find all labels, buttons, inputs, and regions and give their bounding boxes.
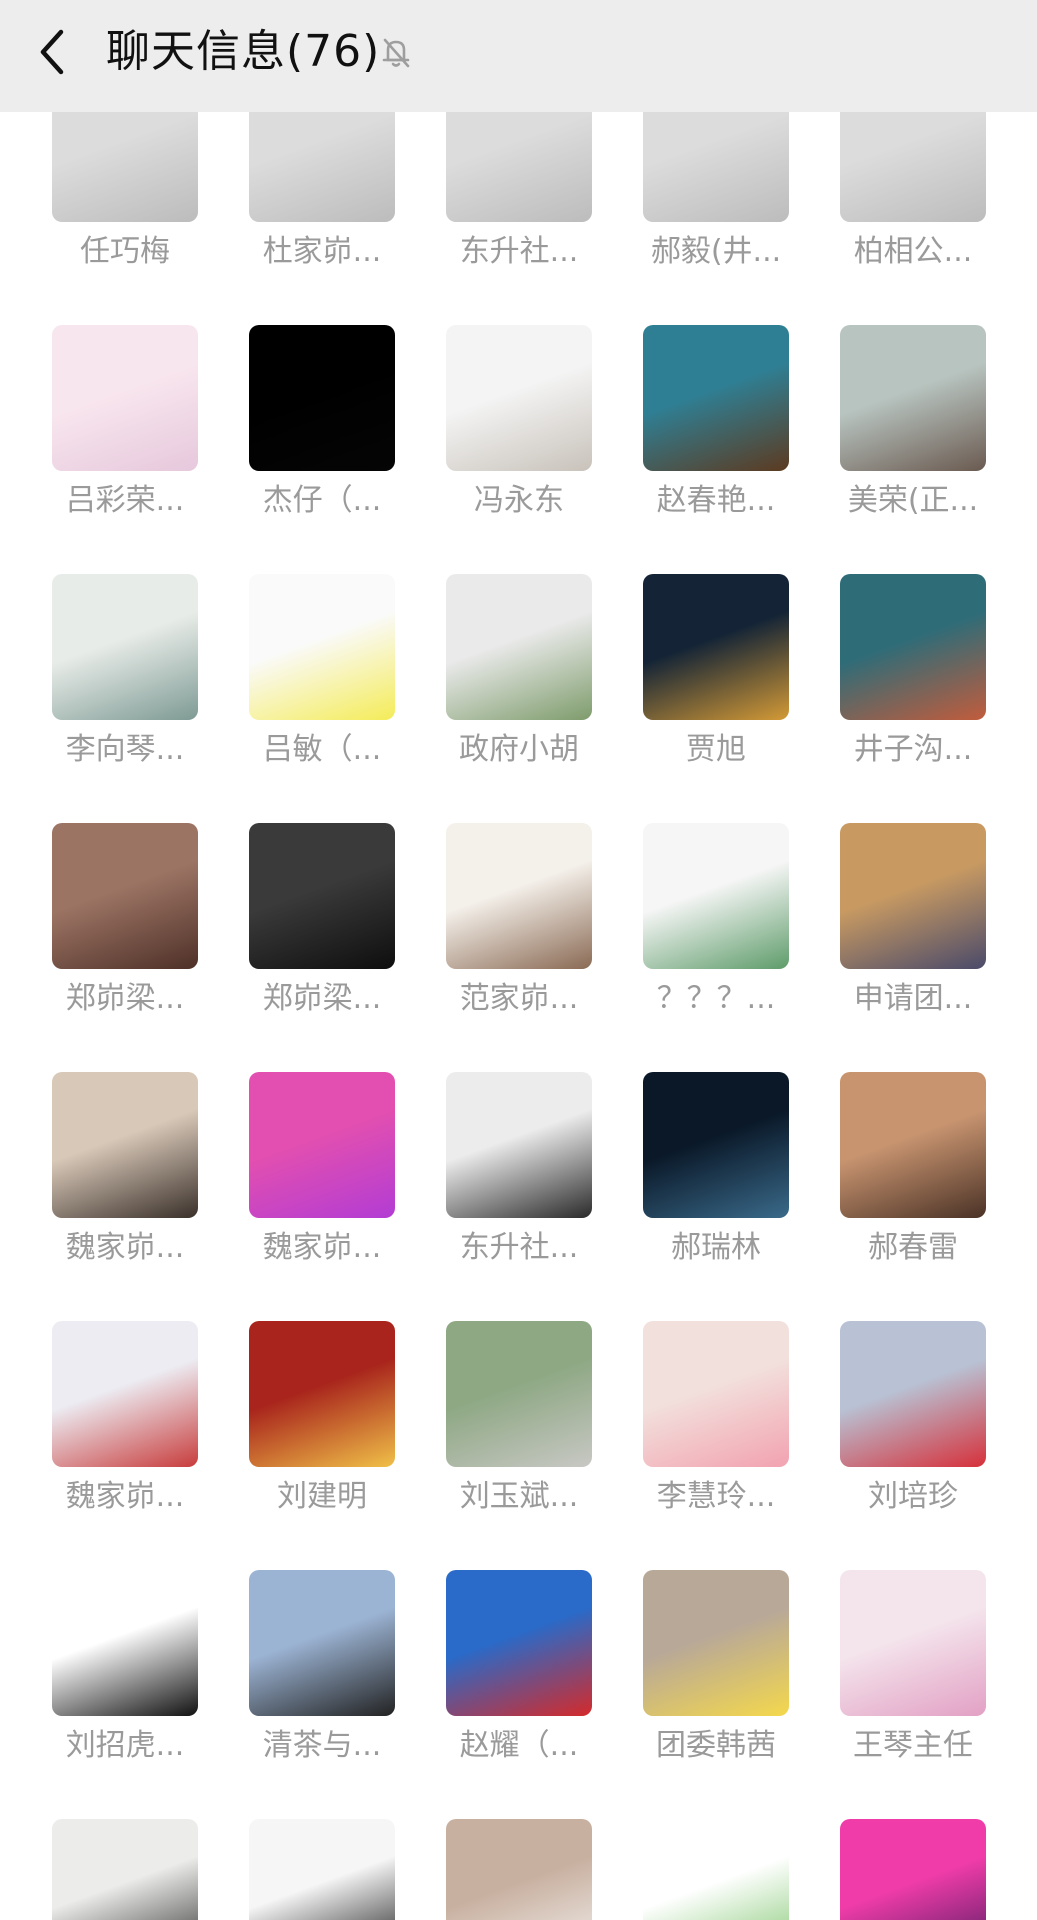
member-avatar[interactable] [249, 325, 395, 471]
member-avatar[interactable] [840, 1072, 986, 1218]
member-avatar[interactable] [446, 823, 592, 969]
member-avatar[interactable] [643, 574, 789, 720]
member-item[interactable]: 刘少忠 [788, 1722, 986, 1920]
member-item[interactable]: 杜家峁... [197, 112, 395, 269]
member-item[interactable]: 双敖包... [197, 1722, 395, 1920]
member-avatar[interactable] [643, 823, 789, 969]
member-item[interactable]: 柏相公... [788, 112, 986, 269]
member-item[interactable]: 王琴主任 [788, 1473, 986, 1763]
member-avatar[interactable] [52, 1570, 198, 1716]
member-item[interactable]: 赵耀（... [394, 1473, 592, 1763]
member-item[interactable]: 李向琴... [0, 477, 198, 767]
member-item[interactable]: 郝瑞林 [591, 975, 789, 1265]
member-avatar[interactable] [52, 823, 198, 969]
member-avatar[interactable] [52, 325, 198, 471]
member-item[interactable]: 赵春艳... [591, 228, 789, 518]
member-avatar[interactable] [840, 1321, 986, 1467]
member-item[interactable]: 刘建明 [197, 1224, 395, 1514]
page-title: 聊天信息(76) [106, 26, 381, 77]
member-item[interactable]: 刘招虎... [0, 1473, 198, 1763]
mute-indicator [378, 34, 414, 70]
member-item[interactable]: 刘玉斌... [394, 1224, 592, 1514]
member-item[interactable]: 申请团... [788, 726, 986, 1016]
member-item[interactable]: 吕敏（... [197, 477, 395, 767]
member-item[interactable]: 杰仔（... [197, 228, 395, 518]
member-item[interactable]: 刘培珍 [788, 1224, 986, 1514]
member-avatar[interactable] [52, 1819, 198, 1920]
member-item[interactable]: 贾旭 [591, 477, 789, 767]
member-avatar[interactable] [249, 1819, 395, 1920]
member-item[interactable]: 魏家峁... [197, 975, 395, 1265]
member-avatar[interactable] [446, 325, 592, 471]
member-item[interactable]: 吕彩荣... [0, 228, 198, 518]
member-avatar[interactable] [52, 1321, 198, 1467]
member-avatar[interactable] [249, 1321, 395, 1467]
member-avatar[interactable] [446, 1321, 592, 1467]
member-avatar[interactable] [643, 1072, 789, 1218]
member-avatar[interactable] [840, 1819, 986, 1920]
member-item[interactable]: 井子沟... [788, 477, 986, 767]
member-avatar[interactable] [840, 823, 986, 969]
member-item[interactable]: 郑峁梁... [197, 726, 395, 1016]
member-item[interactable]: 范家峁... [394, 1722, 592, 1920]
member-avatar[interactable] [52, 112, 198, 222]
member-avatar[interactable] [446, 1819, 592, 1920]
member-avatar[interactable] [840, 112, 986, 222]
member-item[interactable]: 任巧梅 [0, 112, 198, 269]
member-item[interactable]: 政府小胡 [394, 477, 592, 767]
member-avatar[interactable] [840, 1570, 986, 1716]
member-avatar[interactable] [643, 1321, 789, 1467]
member-avatar[interactable] [840, 574, 986, 720]
member-avatar[interactable] [249, 574, 395, 720]
member-item[interactable]: 魏家峁... [0, 1722, 198, 1920]
member-item[interactable]: 范家峁... [394, 726, 592, 1016]
member-item[interactable]: 魏家峁... [591, 1722, 789, 1920]
member-avatar[interactable] [643, 112, 789, 222]
member-item[interactable]: 郝春雷 [788, 975, 986, 1265]
member-item[interactable]: 美荣(正... [788, 228, 986, 518]
title-bar: 聊天信息(76) [0, 0, 1037, 112]
member-item[interactable]: 团委韩茜 [591, 1473, 789, 1763]
member-avatar[interactable] [643, 1570, 789, 1716]
member-avatar[interactable] [446, 1072, 592, 1218]
member-item[interactable]: 李慧玲... [591, 1224, 789, 1514]
member-item[interactable]: ？？？... [591, 726, 789, 1016]
member-item[interactable]: 魏家峁... [0, 975, 198, 1265]
member-avatar[interactable] [446, 574, 592, 720]
member-avatar[interactable] [52, 1072, 198, 1218]
member-item[interactable]: 冯永东 [394, 228, 592, 518]
member-avatar[interactable] [249, 1072, 395, 1218]
member-grid: 任巧梅 杜家峁... 东升社... 郝毅(井... 柏相公... 吕彩荣... 杰仔（...… [0, 112, 1037, 1920]
member-item[interactable]: 东升社... [394, 975, 592, 1265]
member-avatar[interactable] [446, 112, 592, 222]
chevron-left-icon [40, 29, 64, 75]
member-item[interactable]: 郑峁梁... [0, 726, 198, 1016]
member-avatar[interactable] [52, 574, 198, 720]
member-item[interactable]: 魏家峁... [0, 1224, 198, 1514]
member-item[interactable]: 郝毅(井... [591, 112, 789, 269]
back-button[interactable] [28, 22, 76, 82]
member-avatar[interactable] [249, 112, 395, 222]
member-item[interactable]: 清茶与... [197, 1473, 395, 1763]
member-avatar[interactable] [840, 325, 986, 471]
member-avatar[interactable] [249, 823, 395, 969]
member-avatar[interactable] [643, 325, 789, 471]
member-avatar[interactable] [446, 1570, 592, 1716]
bell-off-icon [382, 38, 410, 68]
member-avatar[interactable] [643, 1819, 789, 1920]
member-item[interactable]: 东升社... [394, 112, 592, 269]
member-avatar[interactable] [249, 1570, 395, 1716]
